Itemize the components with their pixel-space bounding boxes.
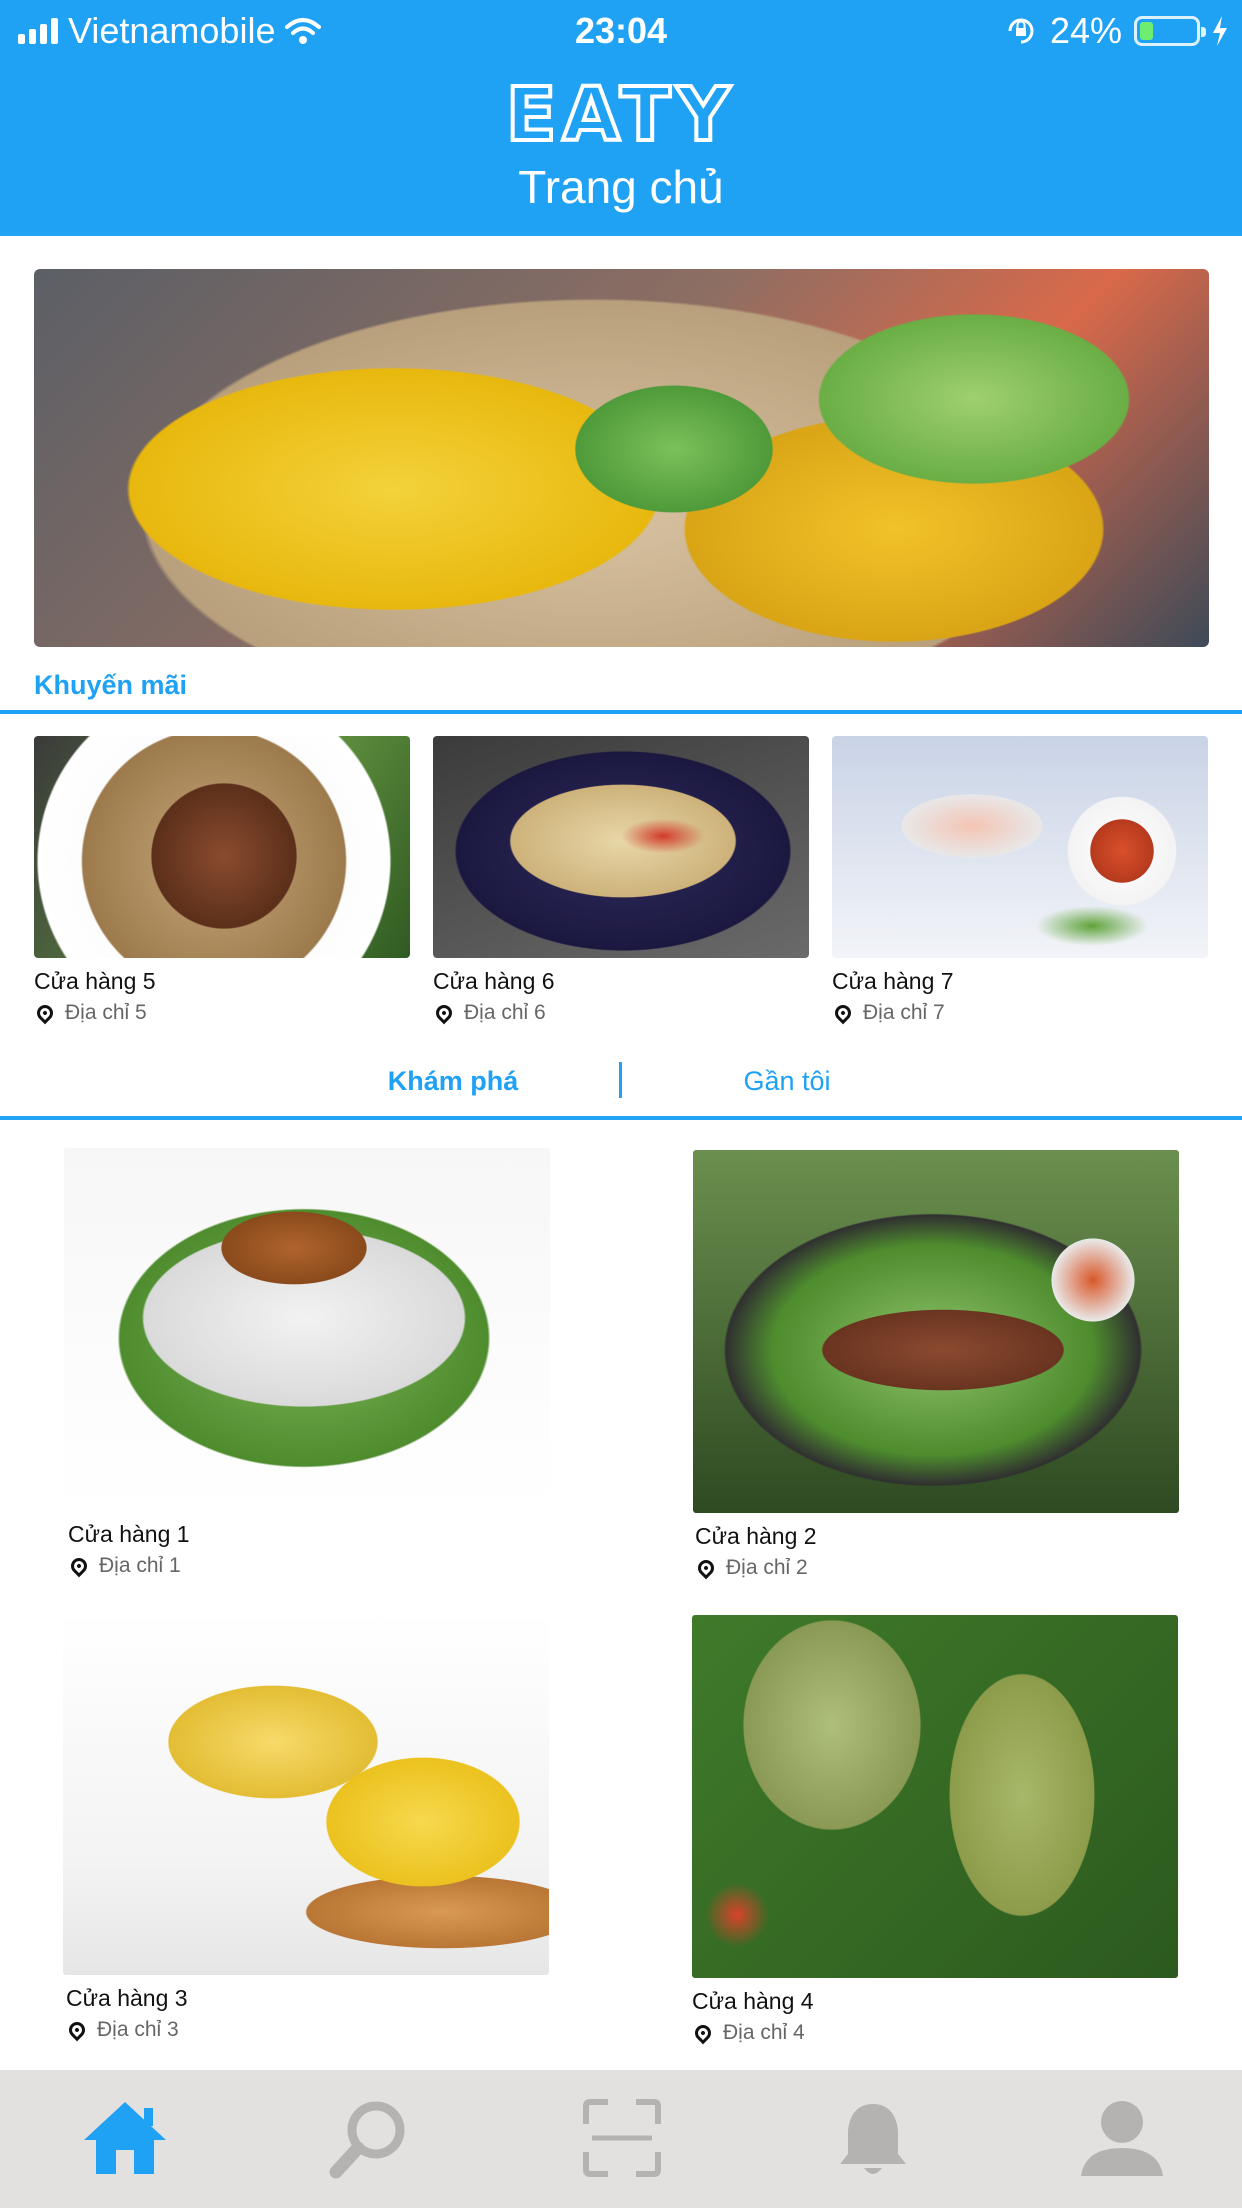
user-icon (1081, 2101, 1163, 2176)
store-name: Cửa hàng 1 (68, 1521, 190, 1547)
location-pin-icon (691, 2021, 715, 2045)
app-logo: EATY (504, 70, 737, 160)
app-header: Vietnamobile 23:04 24% EATY Trang chủ (0, 0, 1242, 236)
promo-section-title: Khuyến mãi (34, 670, 188, 700)
promo-divider (0, 710, 1242, 714)
tab-separator (619, 1062, 622, 1098)
store-image[interactable] (63, 1612, 549, 1975)
store-address: Địa chỉ 5 (33, 1001, 410, 1025)
page-title: Trang chủ (518, 161, 724, 213)
tabs-divider (0, 1116, 1242, 1120)
promo-card[interactable]: Cửa hàng 6 Địa chỉ 6 (432, 736, 809, 1025)
store-card[interactable]: Cửa hàng 2 Địa chỉ 2 (693, 1150, 1179, 1580)
location-pin-icon (694, 1556, 718, 1580)
location-pin-icon (831, 1001, 855, 1025)
charging-icon (1212, 16, 1228, 46)
battery-level (1140, 22, 1153, 40)
store-address-text: Địa chỉ 4 (723, 2021, 805, 2044)
store-address: Địa chỉ 4 (691, 2021, 1178, 2045)
store-address: Địa chỉ 6 (432, 1001, 809, 1025)
search-icon (329, 2101, 405, 2179)
store-address-text: Địa chỉ 5 (65, 1001, 147, 1024)
promo-card[interactable]: Cửa hàng 5 Địa chỉ 5 (33, 736, 410, 1025)
location-pin-icon (65, 2018, 89, 2042)
store-name: Cửa hàng 4 (692, 1988, 814, 2014)
location-pin-icon (67, 1554, 91, 1578)
store-card[interactable]: Cửa hàng 4 Địa chỉ 4 (691, 1615, 1178, 2045)
store-name: Cửa hàng 3 (66, 1985, 188, 2011)
bell-icon (840, 2104, 906, 2174)
store-address: Địa chỉ 2 (694, 1556, 1179, 1580)
store-image[interactable] (34, 736, 410, 958)
store-address-text: Địa chỉ 1 (99, 1554, 181, 1577)
store-address: Địa chỉ 1 (67, 1554, 550, 1578)
store-image[interactable] (832, 736, 1208, 958)
store-image[interactable] (693, 1150, 1179, 1513)
store-address: Địa chỉ 7 (831, 1001, 1208, 1025)
store-name: Cửa hàng 5 (34, 968, 156, 994)
store-name: Cửa hàng 6 (433, 968, 555, 994)
nav-search[interactable] (324, 2098, 414, 2188)
store-address-text: Địa chỉ 6 (464, 1001, 546, 1024)
store-address: Địa chỉ 3 (65, 2018, 549, 2042)
status-right: 24% (1004, 10, 1228, 52)
store-address-text: Địa chỉ 7 (863, 1001, 945, 1024)
promo-banner-image[interactable] (34, 269, 1209, 647)
tab-explore[interactable]: Khám phá (303, 1066, 603, 1097)
store-address-text: Địa chỉ 3 (97, 2018, 179, 2041)
nav-profile[interactable] (1077, 2098, 1167, 2188)
store-image[interactable] (64, 1148, 550, 1511)
home-icon (84, 2102, 166, 2174)
location-pin-icon (432, 1001, 456, 1025)
store-card[interactable]: Cửa hàng 3 Địa chỉ 3 (63, 1612, 549, 2042)
battery-icon (1134, 16, 1206, 46)
tab-nearby[interactable]: Gần tôi (637, 1066, 937, 1097)
store-address-text: Địa chỉ 2 (726, 1556, 808, 1579)
scan-icon (583, 2099, 661, 2177)
nav-home[interactable] (80, 2098, 170, 2188)
status-bar: Vietnamobile 23:04 24% (0, 0, 1242, 62)
store-card[interactable]: Cửa hàng 1 Địa chỉ 1 (64, 1148, 550, 1578)
bottom-nav (0, 2070, 1242, 2208)
store-image[interactable] (433, 736, 809, 958)
store-image[interactable] (692, 1615, 1178, 1978)
nav-notifications[interactable] (828, 2098, 918, 2188)
promo-card[interactable]: Cửa hàng 7 Địa chỉ 7 (831, 736, 1208, 1025)
store-name: Cửa hàng 2 (695, 1523, 817, 1549)
location-pin-icon (33, 1001, 57, 1025)
nav-scan[interactable] (582, 2098, 672, 2188)
rotation-lock-icon (1004, 14, 1038, 48)
store-name: Cửa hàng 7 (832, 968, 954, 994)
battery-percent: 24% (1049, 10, 1122, 51)
